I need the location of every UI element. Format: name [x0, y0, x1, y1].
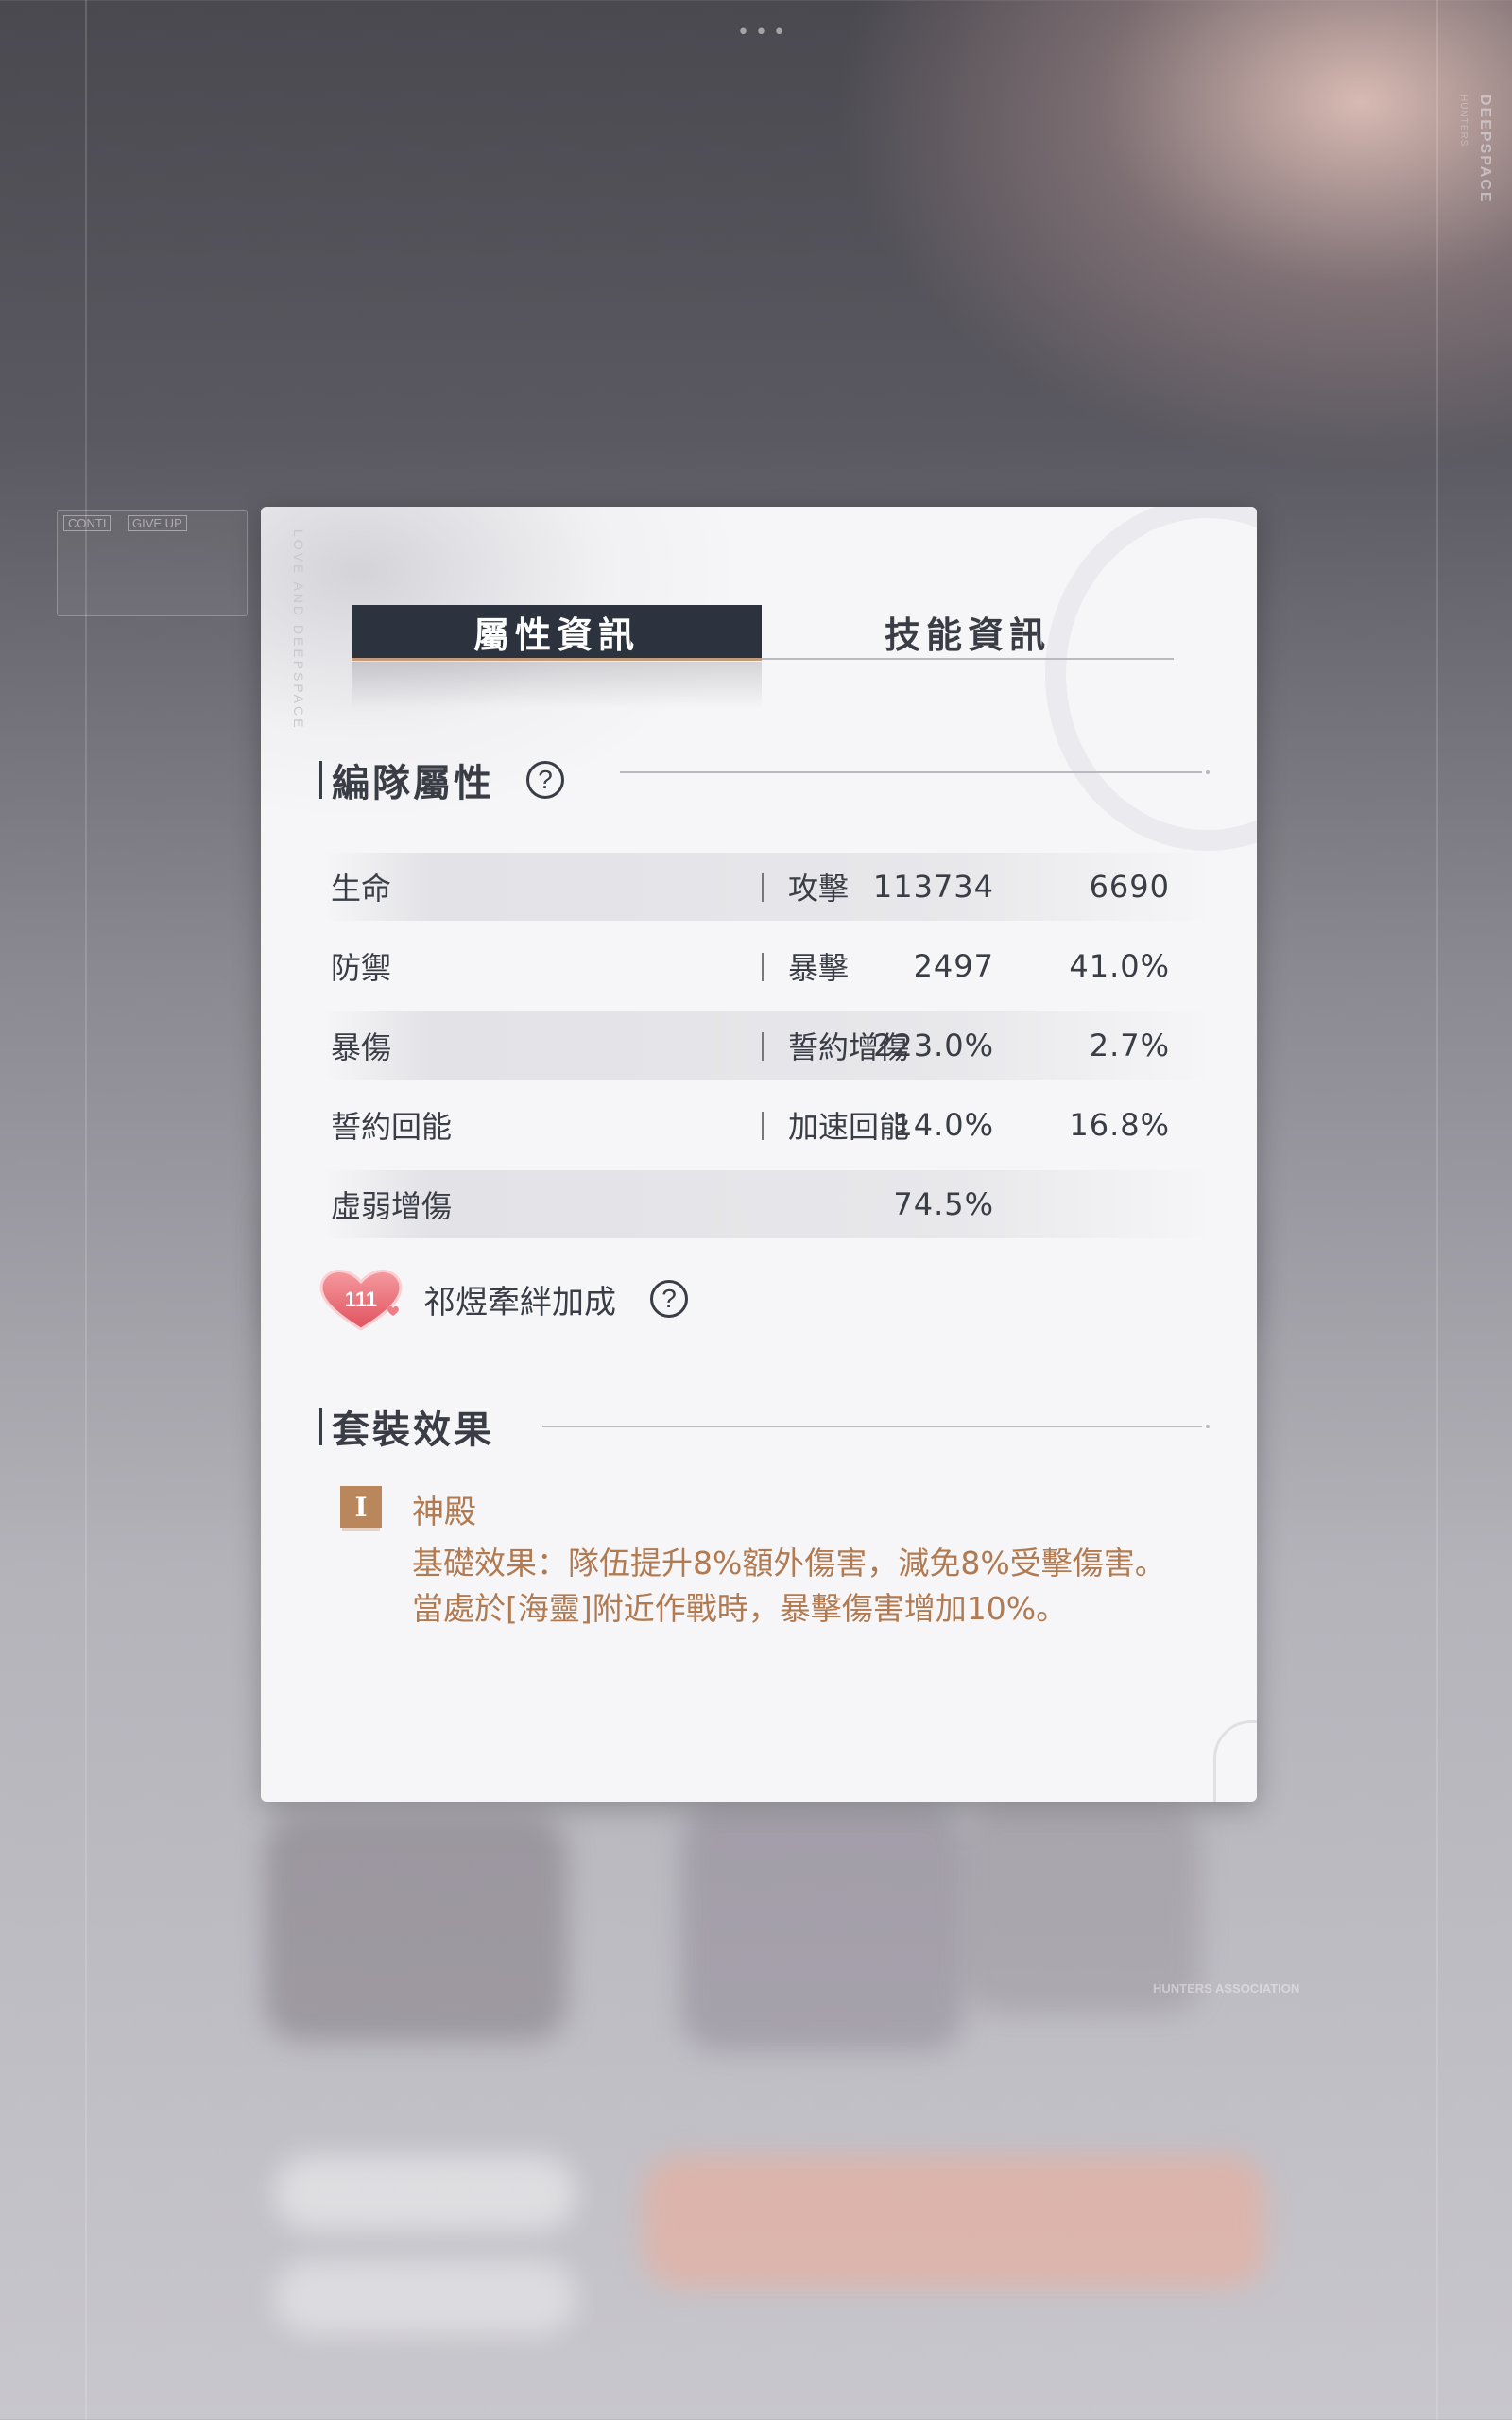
team-attributes-title: 編隊屬性	[332, 761, 494, 805]
stat-label: 生命	[331, 871, 392, 907]
attribute-info-panel: LOVE AND DEEPSPACE 屬性資訊 技能資訊 編隊屬性 ? 生命 1…	[261, 507, 1257, 1802]
stat-divider	[762, 1032, 764, 1061]
section-bar	[319, 761, 322, 799]
set-effect-title: 套裝效果	[332, 1408, 494, 1452]
panel-decoration-corner	[1213, 1720, 1257, 1802]
stat-row: 暴傷 223.0% 誓約增傷 2.7%	[323, 1011, 1217, 1080]
background-brand-subtext: HUNTERS	[1458, 95, 1469, 147]
tab-skill-info[interactable]: 技能資訊	[762, 605, 1174, 660]
stat-value: 2.7%	[1089, 1028, 1170, 1063]
stat-label: 暴擊	[788, 950, 850, 986]
background-button	[274, 2155, 576, 2231]
tab-bar: 屬性資訊 技能資訊	[352, 605, 1174, 709]
stat-label: 誓約回能	[331, 1109, 453, 1145]
stat-label: 暴傷	[331, 1029, 392, 1065]
background-dots: •••	[737, 21, 791, 44]
stat-value: 6690	[1089, 869, 1170, 905]
background-button	[274, 2259, 576, 2335]
question-circle-icon[interactable]: ?	[650, 1280, 688, 1318]
stat-label: 虛弱增傷	[331, 1188, 453, 1224]
stat-row: 防禦 2497 暴擊 41.0%	[323, 932, 1217, 1000]
background-tag: GIVE UP	[128, 515, 187, 531]
heart-badge-icon: 111	[314, 1263, 408, 1335]
background-tag: CONTI	[63, 515, 112, 531]
set-tier-badge: I	[340, 1486, 382, 1528]
tab-attribute-info[interactable]: 屬性資訊	[352, 605, 762, 661]
background-character-card	[680, 1806, 964, 2051]
stat-label: 攻擊	[788, 871, 850, 907]
stat-row: 虛弱增傷 74.5%	[323, 1170, 1217, 1238]
team-attributes-header: 編隊屬性 ?	[319, 752, 564, 807]
set-effect-header: 套裝效果	[319, 1399, 494, 1454]
stat-value: 74.5%	[893, 1186, 994, 1222]
panel-vertical-text: LOVE AND DEEPSPACE	[291, 529, 306, 731]
heart-badge-text: 111	[345, 1288, 377, 1311]
panel-decoration-arc	[1045, 507, 1257, 851]
background-character-card	[265, 1815, 567, 2042]
stat-label: 加速回能	[788, 1109, 910, 1145]
stat-divider	[762, 873, 764, 902]
stat-divider	[762, 953, 764, 981]
section-bar	[319, 1408, 322, 1445]
question-circle-icon[interactable]: ?	[526, 761, 564, 799]
stat-label: 防禦	[331, 950, 392, 986]
stat-row: 誓約回能 14.0% 加速回能 16.8%	[323, 1091, 1217, 1159]
bond-bonus-label: 祁煜牽絆加成	[423, 1283, 616, 1322]
section-divider-line	[620, 770, 1210, 774]
background-card: CONTI GIVE UP	[57, 510, 248, 616]
stat-divider	[762, 1112, 764, 1140]
stat-label: 誓約增傷	[788, 1029, 910, 1065]
bond-bonus[interactable]: 111 祁煜牽絆加成 ?	[314, 1263, 688, 1335]
stat-value: 16.8%	[1069, 1107, 1170, 1143]
stat-row: 生命 113734 攻擊 6690	[323, 853, 1217, 921]
background-brand-text: DEEPSPACE	[1477, 95, 1493, 204]
tab-shadow	[352, 662, 762, 709]
set-name: 神殿	[412, 1494, 476, 1531]
set-description: 基礎效果：隊伍提升8%額外傷害，減免8%受擊傷害。當處於[海靈]附近作戰時，暴擊…	[412, 1545, 1166, 1627]
section-divider-line	[542, 1425, 1210, 1428]
background-glow	[832, 0, 1512, 473]
background-line	[85, 0, 87, 2420]
background-primary-button	[643, 2155, 1266, 2288]
stat-value: 41.0%	[1069, 948, 1170, 984]
background-line	[1436, 0, 1438, 2420]
background-association-text: HUNTERS ASSOCIATION	[1153, 1981, 1300, 1996]
